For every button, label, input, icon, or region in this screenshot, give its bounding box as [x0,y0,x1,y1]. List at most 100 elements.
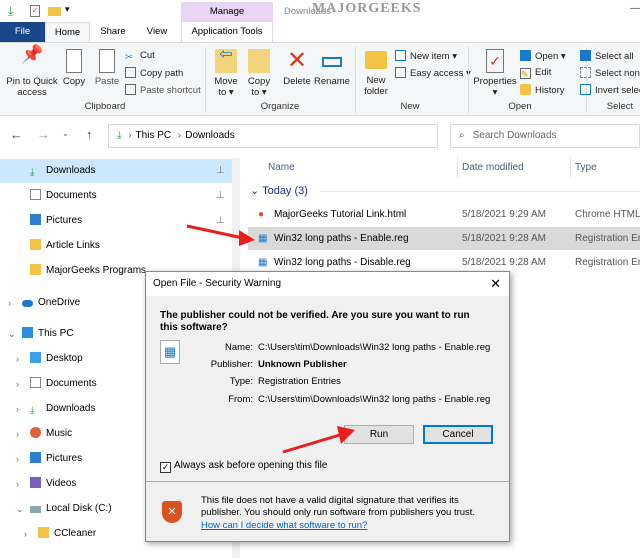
label: Select all [595,51,634,62]
column-header-type[interactable]: Type [575,162,597,173]
label: Delete [283,76,311,87]
nav-item-documents-quick[interactable]: Documents ⊥ [0,184,232,208]
paste-button[interactable]: Paste [93,49,121,87]
expand-chevron[interactable]: › [16,447,19,471]
name-value: C:\Users\tim\Downloads\Win32 long paths … [258,342,491,353]
search-placeholder: Search Downloads [472,130,557,141]
context-tab-manage[interactable]: Manage [181,2,273,22]
folder-qa-icon[interactable] [48,7,61,16]
new-item-button[interactable]: New item ▾ [395,50,457,62]
expand-chevron[interactable]: › [8,291,11,315]
nav-item-downloads-quick[interactable]: ⤓ Downloads ⊥ [0,159,232,183]
shield-warning-icon: ✕ [162,501,182,523]
help-link[interactable]: How can I decide what software to run? [201,520,367,531]
label: Easy access [410,68,464,79]
cut-button[interactable]: ✂ Cut [125,50,155,63]
edit-icon: ✎ [520,68,531,79]
cloud-icon [22,300,33,307]
downloads-icon: ⤓ [30,405,35,416]
close-button[interactable]: ✕ [490,272,501,296]
breadcrumb-this-pc[interactable]: This PC [136,130,172,141]
file-date: 5/18/2021 9:28 AM [462,233,546,244]
pin-quick-access-button[interactable]: 📌 Pin to Quick access [4,45,60,98]
expand-chevron[interactable]: › [16,422,19,446]
label: Pin to Quick access [6,76,58,98]
history-button[interactable]: History [520,84,565,96]
tab-share[interactable]: Share [92,22,134,42]
select-none-button[interactable]: Select none [580,67,640,79]
move-to-button[interactable]: ⇦ Move to ▾ [212,47,240,99]
file-row-selected[interactable]: ▦ Win32 long paths - Enable.reg 5/18/2021 … [248,227,640,250]
delete-button[interactable]: ✕ Delete [282,47,312,88]
file-row[interactable]: ● MajorGeeks Tutorial Link.html 5/18/2021 … [248,203,640,226]
type-label: Type: [229,376,253,387]
reg-file-icon: ▦ [258,233,268,244]
title-bar: ⤓ ✓ ▾ Manage Downloads MAJORGEEKS — [0,0,640,22]
invert-selection-button[interactable]: Invert selection [580,84,640,96]
from-label: From: [228,394,253,405]
label: Article Links [46,240,100,251]
properties-button[interactable]: ✓ Properties ▾ [472,49,518,98]
address-row: ← → ⌄ ↑ ⤓ › This PC › Downloads ⌕ Search Do… [0,118,640,154]
group-header[interactable]: ⌄ Today (3) [250,184,640,197]
minimize-button[interactable]: — [630,3,640,14]
label: New folder [364,75,388,97]
expand-chevron[interactable]: ⌄ [8,322,16,346]
expand-chevron[interactable]: › [16,397,19,421]
divider [205,47,206,113]
search-icon: ⌕ [459,130,465,141]
tab-home[interactable]: Home [45,22,90,42]
group-clipboard-label: Clipboard [84,101,126,112]
copy-to-button[interactable]: Copy to ▾ [245,49,273,98]
up-button[interactable]: ↑ [86,127,93,142]
tab-file[interactable]: File [0,22,45,42]
back-button[interactable]: ← [10,127,23,142]
forward-button[interactable]: → [37,127,50,142]
collapse-chevron-icon: ⌄ [250,185,263,197]
label: This PC [38,328,74,339]
address-bar[interactable]: ⤓ › This PC › Downloads [108,124,438,148]
label: Cut [140,50,155,61]
open-icon [520,50,531,61]
column-header-date[interactable]: Date modified [462,162,524,173]
recent-dropdown[interactable]: ⌄ [62,129,69,138]
file-name: MajorGeeks Tutorial Link.html [274,209,407,220]
dialog-title: Open File - Security Warning [153,278,282,289]
always-ask-checkbox[interactable]: ✓ Always ask before opening this file [160,460,327,473]
expand-chevron[interactable]: › [16,472,19,496]
breadcrumb-downloads[interactable]: Downloads [185,130,234,141]
expand-chevron[interactable]: › [24,522,27,546]
easy-access-button[interactable]: Easy access ▾ [395,67,471,79]
expand-chevron[interactable]: ⌄ [16,497,24,521]
customize-qa-icon[interactable]: ▾ [65,4,70,15]
copy-path-button[interactable]: Copy path [125,67,183,79]
desktop-icon [30,352,41,363]
label: Copy to [247,76,271,98]
column-divider [457,156,458,178]
pin-icon: ⊥ [216,190,225,201]
rename-button[interactable]: Rename [314,49,350,87]
label: Edit [535,67,552,78]
cancel-button[interactable]: Cancel [423,425,493,444]
tab-application-tools[interactable]: Application Tools [181,22,273,42]
new-folder-button[interactable]: New folder [360,51,392,97]
computer-icon [22,327,33,338]
copy-button[interactable]: Copy [62,49,86,87]
edit-button[interactable]: ✎ Edit [520,67,551,79]
history-icon [520,84,531,95]
paste-shortcut-button[interactable]: Paste shortcut [125,84,201,96]
search-box[interactable]: ⌕ Search Downloads [450,124,640,148]
warning-text: This file does not have a valid digital … [201,495,476,518]
expand-chevron[interactable]: › [16,347,19,371]
column-header-name[interactable]: Name [268,162,295,173]
label: Documents [46,378,97,389]
open-button[interactable]: Open ▾ [520,50,566,62]
expand-chevron[interactable]: › [16,372,19,396]
group-new-label: New [400,101,420,112]
delete-x-icon: ✕ [286,47,308,74]
select-all-button[interactable]: Select all [580,50,634,62]
properties-qa-icon[interactable]: ✓ [30,5,40,17]
tab-view[interactable]: View [138,22,176,42]
divider [468,47,469,113]
divider [355,47,356,113]
